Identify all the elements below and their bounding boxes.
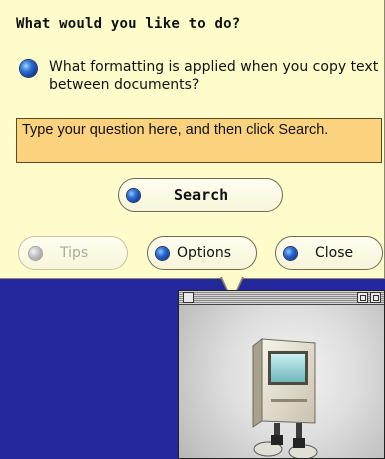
assistant-titlebar[interactable] (179, 291, 384, 305)
close-button[interactable]: Close (275, 236, 383, 270)
question-input[interactable] (16, 118, 382, 163)
assistant-balloon: What would you like to do? What formatti… (0, 0, 385, 279)
blue-bullet-icon (20, 60, 37, 77)
tips-button-label: Tips (60, 245, 89, 261)
gray-bullet-icon (29, 246, 42, 260)
options-button-label: Options (177, 245, 232, 261)
options-button[interactable]: Options (147, 236, 257, 270)
blue-bullet-icon (156, 246, 169, 260)
blue-bullet-icon (127, 188, 140, 202)
tips-button[interactable]: Tips (18, 236, 128, 270)
window-zoom-icon[interactable] (357, 292, 368, 303)
close-button-label: Close (315, 245, 354, 261)
suggestion-text[interactable]: What formatting is applied when you copy… (49, 58, 379, 94)
window-close-icon[interactable] (183, 292, 194, 303)
search-button[interactable]: Search (118, 178, 283, 212)
search-button-label: Search (174, 186, 229, 204)
suggestion-item[interactable]: What formatting is applied when you copy… (20, 58, 384, 94)
assistant-stage[interactable] (179, 305, 384, 458)
mac-assistant-icon[interactable] (237, 331, 327, 459)
assistant-window[interactable] (178, 290, 385, 459)
balloon-title: What would you like to do? (16, 16, 241, 32)
blue-bullet-icon (284, 246, 297, 260)
window-collapse-icon[interactable] (370, 292, 381, 303)
